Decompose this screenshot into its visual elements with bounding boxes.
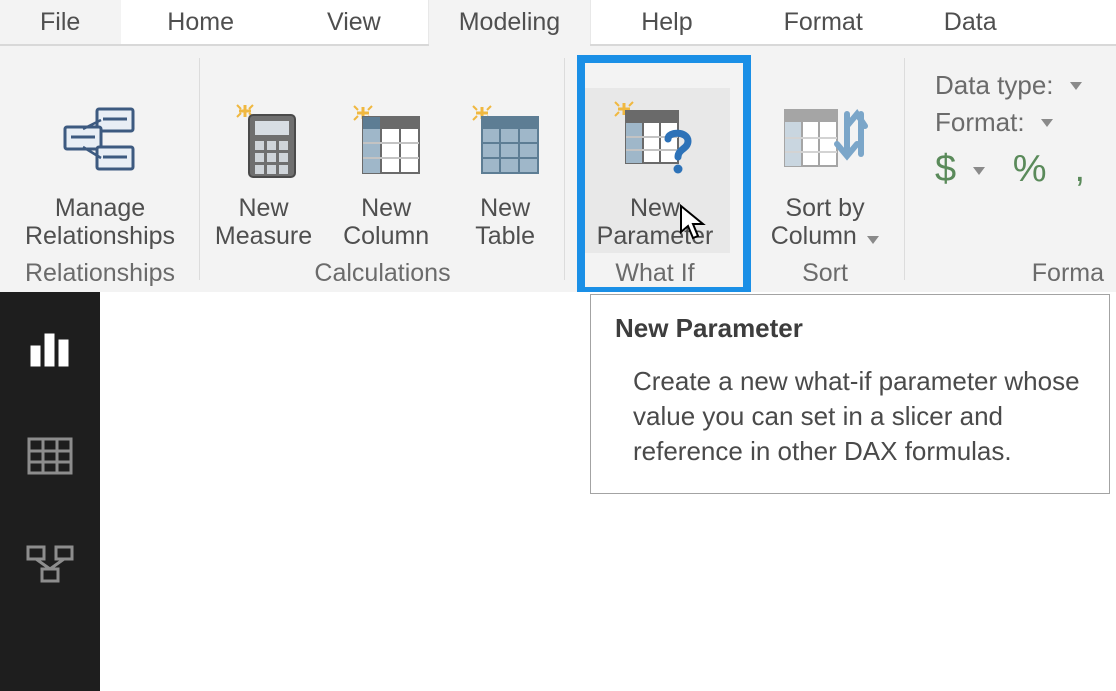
label: Data type:: [935, 70, 1054, 101]
group-sort: Sort by Column Sort: [745, 46, 905, 292]
new-column-button[interactable]: New Column: [332, 88, 440, 254]
tab-label: Help: [641, 8, 692, 37]
bar-chart-icon: [27, 328, 73, 368]
label: Format:: [935, 107, 1025, 138]
data-type-dropdown[interactable]: Data type:: [935, 70, 1082, 101]
chevron-down-icon: [1041, 119, 1053, 127]
percent-format-button[interactable]: %: [1013, 148, 1047, 191]
view-sidebar: [0, 292, 100, 691]
button-label: Column: [343, 222, 429, 251]
group-formatting: Data type: Format: $ % , Forma: [905, 46, 1116, 292]
group-label: Sort: [802, 259, 848, 288]
tab-home[interactable]: Home: [121, 0, 281, 44]
button-label: Relationships: [25, 222, 175, 251]
table-column-icon: [341, 96, 431, 186]
group-relationships: Manage Relationships Relationships: [0, 46, 200, 292]
group-label: Relationships: [25, 259, 175, 288]
tab-help[interactable]: Help: [591, 0, 743, 44]
chevron-down-icon: [867, 236, 879, 244]
table-icon: [27, 437, 73, 475]
button-label: Column: [771, 222, 857, 250]
button-label: New: [239, 194, 289, 223]
dollar-icon: $: [935, 148, 956, 190]
button-label: Table: [475, 222, 535, 251]
button-label: New: [480, 194, 530, 223]
button-label: Manage: [55, 194, 145, 223]
comma-format-button[interactable]: ,: [1075, 148, 1086, 191]
button-label: New: [361, 194, 411, 223]
tab-file[interactable]: File: [0, 0, 121, 44]
tab-view[interactable]: View: [281, 0, 428, 44]
tab-label: Data: [944, 8, 997, 37]
button-label: Measure: [215, 222, 312, 251]
group-label: Forma: [1032, 259, 1108, 288]
sort-icon: [780, 96, 870, 186]
tooltip-title: New Parameter: [615, 313, 1085, 344]
button-label: Sort by: [785, 194, 864, 223]
chevron-down-icon: [1070, 82, 1082, 90]
report-view-button[interactable]: [24, 322, 76, 374]
chevron-down-icon: [973, 167, 985, 175]
relationships-icon: [55, 96, 145, 186]
table-icon: [460, 96, 550, 186]
tab-modeling[interactable]: Modeling: [428, 0, 591, 44]
tab-format[interactable]: Format: [744, 0, 904, 44]
tab-label: Modeling: [459, 8, 560, 37]
format-dropdown[interactable]: Format:: [935, 107, 1053, 138]
tooltip-body: Create a new what-if parameter whose val…: [615, 364, 1085, 469]
new-table-button[interactable]: New Table: [452, 88, 558, 254]
data-view-button[interactable]: [24, 430, 76, 482]
group-label: Calculations: [314, 259, 450, 288]
model-view-button[interactable]: [24, 538, 76, 590]
ribbon: Manage Relationships Relationships: [0, 46, 1116, 292]
sort-by-column-button[interactable]: Sort by Column: [760, 88, 890, 254]
ribbon-tabs: File Home View Modeling Help Format Data: [0, 0, 1116, 46]
currency-format-button[interactable]: $: [935, 148, 985, 191]
group-whatif: New Parameter What If: [565, 46, 745, 292]
group-label: What If: [615, 259, 694, 288]
parameter-icon: [610, 96, 700, 186]
button-label: New: [630, 194, 680, 223]
tooltip: New Parameter Create a new what-if param…: [590, 294, 1110, 494]
new-parameter-button[interactable]: New Parameter: [580, 88, 730, 254]
tab-label: View: [327, 8, 381, 37]
calculator-icon: [219, 96, 309, 186]
model-icon: [26, 543, 74, 585]
group-calculations: New Measure: [200, 46, 565, 292]
tab-label: Format: [784, 8, 863, 37]
tab-label: Home: [167, 8, 234, 37]
manage-relationships-button[interactable]: Manage Relationships: [17, 88, 183, 254]
tab-label: File: [40, 8, 80, 37]
tab-data[interactable]: Data: [904, 0, 1022, 44]
button-label: Parameter: [597, 222, 714, 251]
new-measure-button[interactable]: New Measure: [207, 88, 320, 254]
